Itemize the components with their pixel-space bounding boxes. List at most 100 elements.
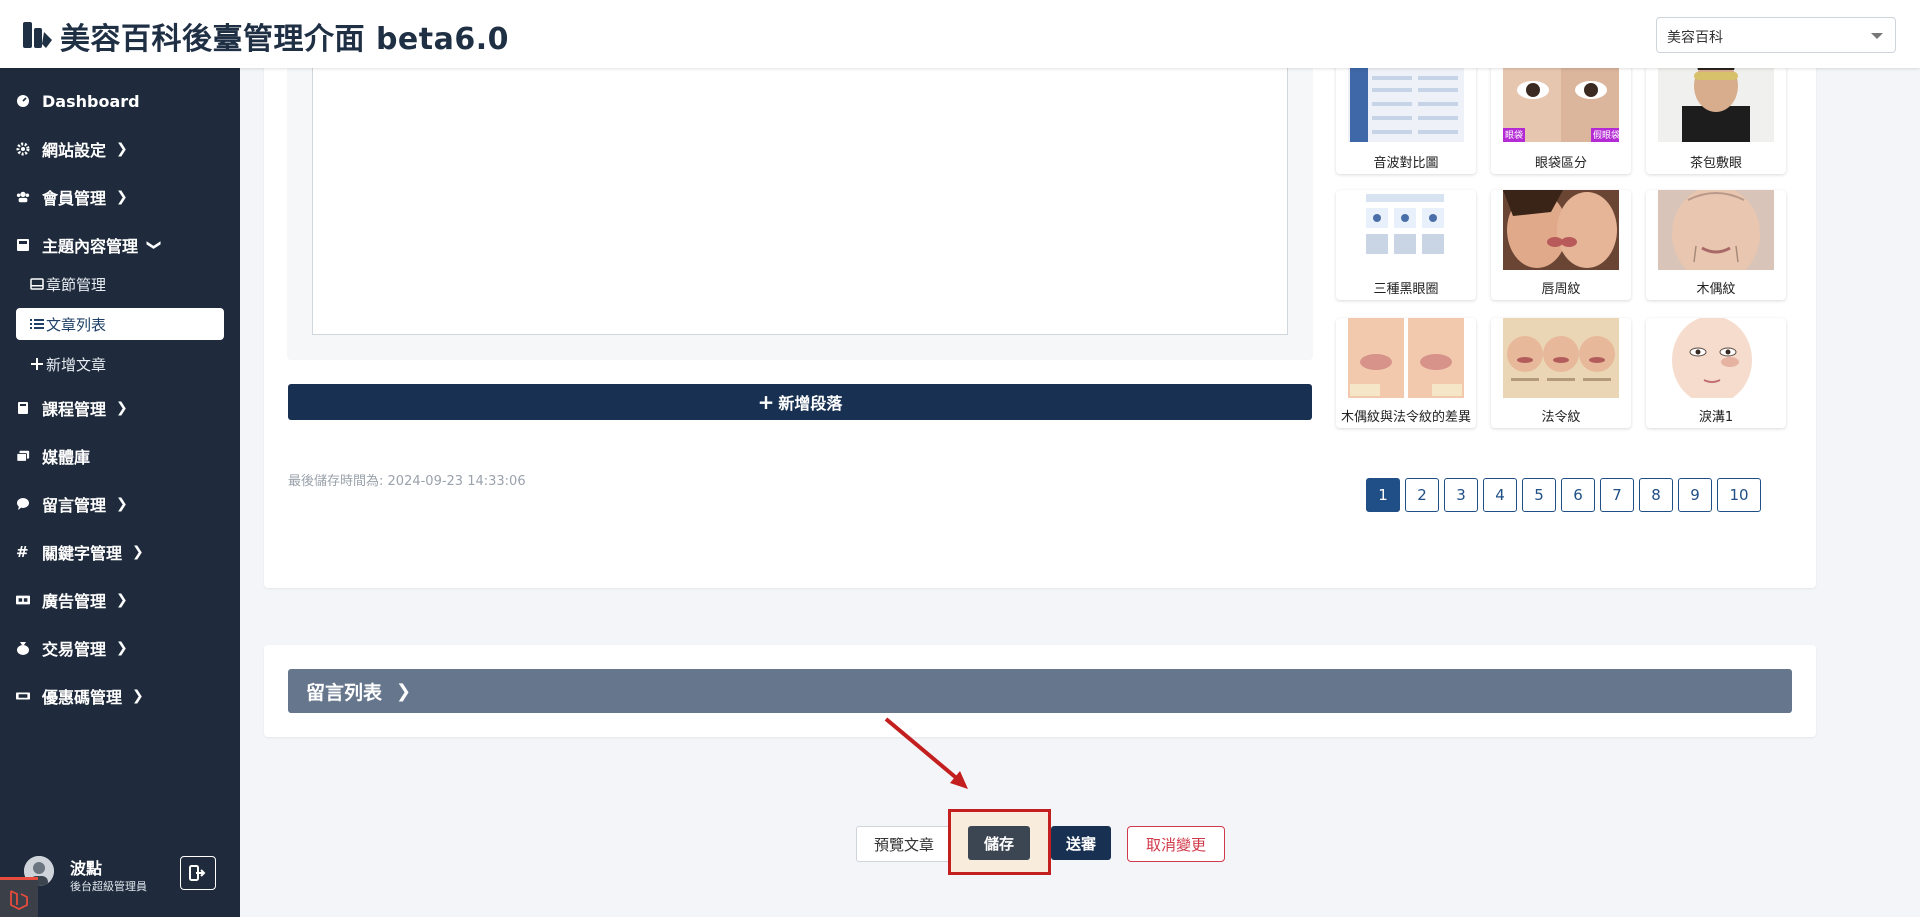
plus-icon (31, 358, 43, 370)
media-thumbnail (1503, 190, 1619, 270)
page-button[interactable]: 10 (1717, 478, 1761, 512)
media-label: 眼袋區分 (1534, 156, 1587, 171)
comments-toggle[interactable]: 留言列表 ❯ (288, 669, 1792, 713)
media-item[interactable]: 眼袋 假眼袋 眼袋區分 (1491, 56, 1631, 174)
media-item[interactable]: 茶包敷眼 (1646, 56, 1786, 174)
card-icon (30, 278, 44, 290)
chevron-right-icon: ❯ (132, 544, 144, 560)
sidebar: Dashboard 網站設定 ❯ 會員管理 ❯ 主題內容管理 ❯ 章節管理 文章… (0, 68, 240, 917)
page-button[interactable]: 3 (1444, 478, 1478, 512)
add-paragraph-label: 新增段落 (778, 394, 843, 413)
submit-review-button[interactable]: 送審 (1051, 826, 1111, 860)
sidebar-item-site-settings[interactable]: 網站設定 ❯ (0, 131, 240, 167)
sidebar-subitem-label: 新增文章 (46, 355, 107, 374)
media-item[interactable]: 木偶紋 (1646, 190, 1786, 300)
hashtag-icon: # (16, 543, 29, 561)
chevron-right-icon: ❯ (116, 141, 128, 157)
plus-icon: + (757, 390, 775, 414)
sidebar-item-label: 交易管理 (42, 640, 107, 659)
media-thumbnail (1658, 318, 1774, 398)
media-item[interactable]: 音波對比圖 (1336, 56, 1476, 174)
sidebar-item-topic-content[interactable]: 主題內容管理 ❯ (0, 227, 240, 263)
chevron-right-icon: ❯ (116, 640, 128, 656)
logout-button[interactable] (180, 856, 216, 890)
page-button[interactable]: 8 (1639, 478, 1673, 512)
sign-out-icon (189, 865, 206, 881)
tag-fake-eye-bag: 假眼袋 (1593, 129, 1619, 141)
sidebar-item-label: 優惠碼管理 (42, 688, 123, 707)
sidebar-subitem-chapters[interactable]: 章節管理 (16, 268, 224, 300)
gear-icon (16, 142, 30, 156)
page-button[interactable]: 2 (1405, 478, 1439, 512)
sidebar-item-members[interactable]: 會員管理 ❯ (0, 179, 240, 215)
page-button[interactable]: 9 (1678, 478, 1712, 512)
media-label: 木偶紋 (1696, 282, 1736, 297)
media-label: 茶包敷眼 (1689, 156, 1742, 171)
page-button[interactable]: 4 (1483, 478, 1517, 512)
dashboard-icon (17, 95, 29, 107)
media-thumbnail (1348, 190, 1464, 270)
app-title: 美容百科後臺管理介面 beta6.0 (60, 22, 509, 57)
tag-eye-bag: 眼袋 (1505, 129, 1523, 141)
media-label: 淚溝1 (1698, 410, 1734, 425)
preview-article-button[interactable]: 預覽文章 (856, 826, 952, 862)
sidebar-item-coupons[interactable]: 優惠碼管理 ❯ (0, 678, 240, 714)
save-button[interactable]: 儲存 (968, 826, 1030, 860)
media-label: 三種黑眼圈 (1373, 282, 1439, 297)
sidebar-item-label: 會員管理 (42, 189, 107, 208)
media-thumbnail (1658, 190, 1774, 270)
ad-icon (16, 595, 30, 605)
media-thumbnail (1348, 56, 1464, 142)
media-item[interactable]: 木偶紋與法令紋的差異 (1336, 318, 1476, 428)
logo-icon (23, 22, 52, 48)
comments-title: 留言列表 (306, 681, 383, 704)
paragraph-editor[interactable] (312, 56, 1288, 335)
chevron-right-icon: ❯ (116, 189, 128, 205)
sidebar-subitem-article-list[interactable]: 文章列表 (16, 308, 224, 340)
sidebar-item-label: 媒體庫 (42, 448, 91, 467)
money-bag-icon (17, 642, 29, 655)
media-thumbnail (1348, 318, 1464, 398)
page-button[interactable]: 6 (1561, 478, 1595, 512)
list-icon (30, 319, 44, 329)
chevron-right-icon: ❯ (116, 400, 128, 416)
site-select[interactable]: 美容百科 (1656, 17, 1896, 53)
sidebar-item-label: Dashboard (42, 91, 140, 111)
media-thumbnail: 眼袋 假眼袋 (1503, 56, 1619, 142)
chevron-right-icon: ❯ (116, 592, 128, 608)
page-button[interactable]: 5 (1522, 478, 1556, 512)
sidebar-subitem-label: 章節管理 (46, 275, 107, 294)
ticket-icon (16, 692, 30, 700)
sidebar-item-label: 課程管理 (42, 400, 107, 419)
book-icon (17, 239, 29, 251)
chevron-right-icon: ❯ (132, 688, 144, 704)
chevron-right-icon: ❯ (396, 680, 412, 702)
sidebar-item-courses[interactable]: 課程管理 ❯ (0, 390, 240, 426)
sidebar-item-ads[interactable]: 廣告管理 ❯ (0, 582, 240, 618)
chevron-down-icon (1871, 33, 1883, 39)
media-thumbnail (1658, 56, 1774, 142)
page-button[interactable]: 7 (1600, 478, 1634, 512)
sidebar-item-comments[interactable]: 留言管理 ❯ (0, 486, 240, 522)
last-saved-label: 最後儲存時間為: (288, 474, 384, 489)
cancel-changes-button[interactable]: 取消變更 (1127, 826, 1225, 862)
add-paragraph-button[interactable]: + 新增段落 (288, 384, 1312, 420)
sidebar-subitem-new-article[interactable]: 新增文章 (16, 348, 224, 380)
sidebar-item-dashboard[interactable]: Dashboard (0, 83, 240, 119)
sidebar-item-media-library[interactable]: 媒體庫 (0, 438, 240, 474)
page-button[interactable]: 1 (1366, 478, 1400, 512)
sidebar-item-keywords[interactable]: # 關鍵字管理 ❯ (0, 534, 240, 570)
sidebar-item-transactions[interactable]: 交易管理 ❯ (0, 630, 240, 666)
chevron-right-icon: ❯ (116, 496, 128, 512)
media-item[interactable]: 淚溝1 (1646, 318, 1786, 428)
chevron-down-icon: ❯ (145, 239, 162, 251)
sidebar-item-label: 網站設定 (42, 141, 107, 160)
sidebar-item-label: 主題內容管理 (42, 237, 139, 256)
media-item[interactable]: 法令紋 (1491, 318, 1631, 428)
sidebar-item-label: 留言管理 (42, 496, 107, 515)
media-item[interactable]: 唇周紋 (1491, 190, 1631, 300)
last-saved-text: 最後儲存時間為: 2024-09-23 14:33:06 (288, 470, 526, 489)
last-saved-time: 2024-09-23 14:33:06 (387, 474, 526, 489)
media-item[interactable]: 三種黑眼圈 (1336, 190, 1476, 300)
user-name: 波點 (70, 859, 103, 878)
